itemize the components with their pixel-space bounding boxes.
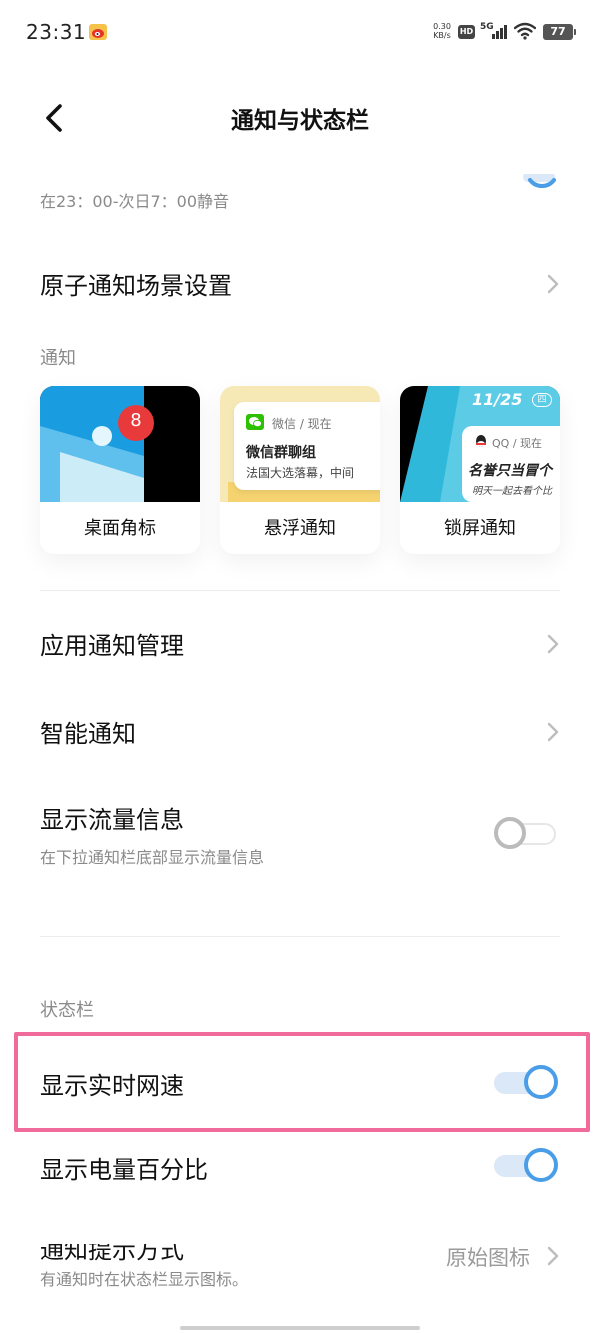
divider xyxy=(40,590,560,591)
wechat-icon xyxy=(246,414,264,430)
weibo-icon xyxy=(89,24,107,40)
battery-percent-row: 显示电量百分比 xyxy=(40,1146,560,1190)
app-notification-manage-title: 应用通知管理 xyxy=(40,632,184,660)
lockscreen-date: 11/25 xyxy=(472,390,523,409)
battery-percent-toggle[interactable] xyxy=(494,1148,558,1182)
divider xyxy=(40,936,560,937)
status-bar-section-label: 状态栏 xyxy=(40,1000,94,1021)
network-speed-unit: KB/s xyxy=(433,31,451,40)
card-label: 悬浮通知 xyxy=(264,518,336,539)
card-lockscreen-notification[interactable]: 11/25 四 QQ / 现在 名誉只当冒个 明天一起去看个比 锁屏通知 xyxy=(400,386,560,554)
show-traffic-subtitle: 在下拉通知栏底部显示流量信息 xyxy=(40,848,265,867)
qq-icon xyxy=(476,435,486,447)
battery-indicator: 77 xyxy=(543,24,576,40)
network-type-label: 5G xyxy=(480,22,494,32)
status-bar: 23:31 0.30 KB/s HD 5G 77 xyxy=(0,0,600,64)
chevron-right-icon xyxy=(547,722,559,742)
hd-icon: HD xyxy=(458,25,475,39)
lockscreen-weekday: 四 xyxy=(532,393,552,407)
floating-illustration: 微信 / 现在 微信群聊组 法国大选落幕，中间 xyxy=(220,386,380,502)
chevron-right-icon xyxy=(547,1246,559,1266)
notify-style-title: 通知提示方式 xyxy=(40,1244,184,1264)
notify-style-value: 原始图标 xyxy=(446,1246,530,1270)
chevron-right-icon xyxy=(547,274,559,294)
show-traffic-toggle[interactable] xyxy=(494,816,558,850)
page-title: 通知与状态栏 xyxy=(231,108,369,134)
smart-notification-title: 智能通知 xyxy=(40,720,136,748)
card-desktop-badge[interactable]: 8 桌面角标 xyxy=(40,386,200,554)
wifi-icon xyxy=(514,22,536,40)
floating-app: 微信 / 现在 xyxy=(272,417,332,431)
notify-style-subtitle: 有通知时在状态栏显示图标。 xyxy=(40,1270,249,1289)
home-indicator[interactable] xyxy=(180,1326,420,1330)
highlight-box xyxy=(14,1032,590,1132)
lockscreen-app: QQ / 现在 xyxy=(492,437,543,450)
card-label: 锁屏通知 xyxy=(444,518,516,539)
signal-icon: 5G xyxy=(480,22,507,39)
atomic-scene-title: 原子通知场景设置 xyxy=(40,272,232,300)
network-speed: 0.30 KB/s xyxy=(430,22,454,40)
chevron-right-icon xyxy=(547,634,559,654)
lockscreen-illustration: 11/25 四 QQ / 现在 名誉只当冒个 明天一起去看个比 xyxy=(400,386,560,502)
battery-percent-title: 显示电量百分比 xyxy=(40,1156,208,1184)
card-floating-notification[interactable]: 微信 / 现在 微信群聊组 法国大选落幕，中间 悬浮通知 xyxy=(220,386,380,554)
lockscreen-title: 名誉只当冒个 xyxy=(468,463,552,479)
notify-style-title-clip: 通知提示方式 xyxy=(40,1244,340,1266)
lockscreen-body: 明天一起去看个比 xyxy=(472,486,552,497)
show-traffic-row: 显示流量信息 在下拉通知栏底部显示流量信息 xyxy=(40,800,560,870)
floating-title: 微信群聊组 xyxy=(246,445,316,461)
badge-count: 8 xyxy=(130,410,142,431)
floating-body: 法国大选落幕，中间 xyxy=(246,466,355,480)
network-speed-value: 0.30 xyxy=(433,22,451,31)
smart-notification-row[interactable]: 智能通知 xyxy=(40,710,560,754)
dnd-subtitle: 在23：00-次日7：00静音 xyxy=(40,192,230,211)
status-time: 23:31 xyxy=(26,20,87,44)
show-traffic-title: 显示流量信息 xyxy=(40,806,184,834)
app-notification-manage-row[interactable]: 应用通知管理 xyxy=(40,622,560,666)
card-label: 桌面角标 xyxy=(84,518,156,539)
dnd-row[interactable]: 在23：00-次日7：00静音 xyxy=(40,186,560,216)
atomic-scene-row[interactable]: 原子通知场景设置 xyxy=(40,262,560,306)
dnd-toggle[interactable] xyxy=(494,174,560,200)
notify-style-row[interactable]: 通知提示方式 有通知时在状态栏显示图标。 原始图标 xyxy=(40,1228,560,1292)
notification-section-label: 通知 xyxy=(40,348,76,369)
